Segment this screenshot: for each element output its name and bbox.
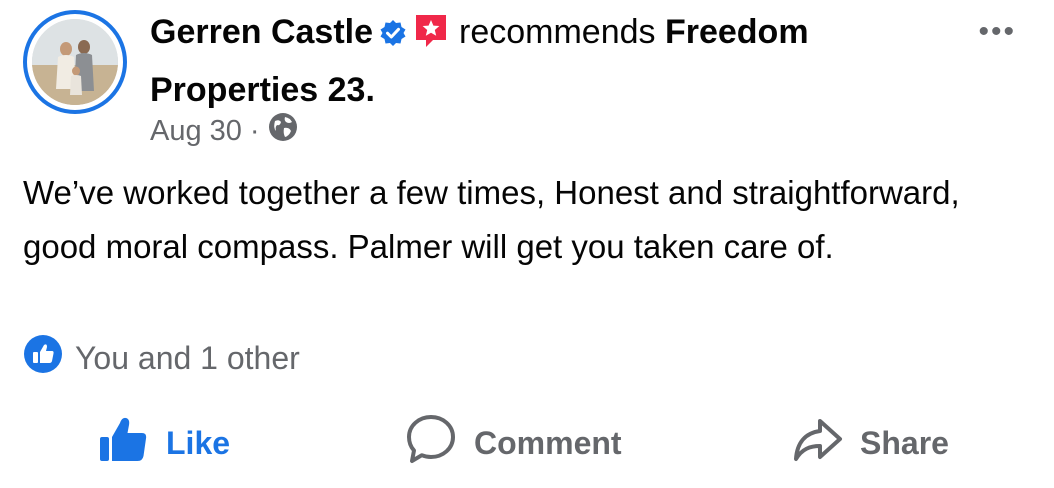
verified-badge-icon [379,10,407,62]
avatar[interactable] [32,19,118,105]
meta-separator: · [249,114,260,147]
avatar-ring[interactable] [23,10,127,114]
more-options-icon[interactable]: ••• [978,17,1016,47]
comment-label: Comment [474,424,622,461]
like-label: Like [166,424,231,461]
post-header: Gerren Castle recommends Freedom Properti… [150,6,980,116]
thumbs-up-icon [98,413,166,473]
post-meta: Aug 30 · [150,112,298,150]
post-body: We’ve worked together a few times, Hones… [23,174,960,265]
reactions-summary[interactable]: You and 1 other [23,334,300,382]
share-arrow-icon [792,413,860,473]
recommends-text: recommends [459,13,656,51]
share-button[interactable]: Share [792,410,949,476]
recommend-star-icon [413,12,449,64]
post-date[interactable]: Aug 30 [150,115,242,148]
comment-bubble-icon [404,412,474,474]
author-name[interactable]: Gerren Castle [150,13,373,51]
share-label: Share [860,424,949,461]
like-button[interactable]: Like [98,410,230,476]
avatar-photo [32,19,118,105]
action-bar: Like Comment Share [0,410,1054,476]
comment-button[interactable]: Comment [404,410,622,476]
reactions-text: You and 1 other [75,339,300,376]
like-reaction-icon [23,334,63,382]
globe-icon [268,112,298,150]
